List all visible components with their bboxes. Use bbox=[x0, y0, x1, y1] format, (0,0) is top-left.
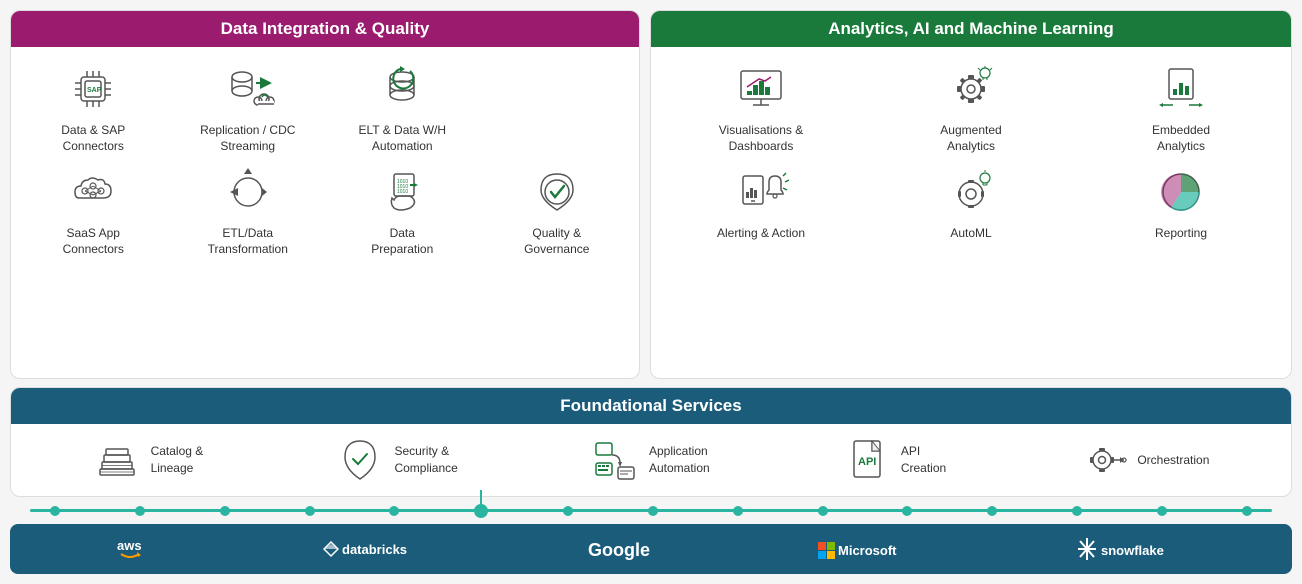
security-compliance-icon bbox=[336, 436, 384, 484]
item-embedded-analytics: EmbeddedAnalytics bbox=[1081, 61, 1281, 154]
item-alerting-action: Alerting & Action bbox=[661, 164, 861, 242]
foundational-body: Catalog &Lineage Security &Compliance bbox=[11, 424, 1291, 496]
partner-aws: aws bbox=[115, 534, 165, 564]
data-preparation-icon: 1010 1010 1010 bbox=[374, 164, 430, 220]
item-data-preparation: 1010 1010 1010 DataPreparation bbox=[330, 164, 475, 257]
partner-google: Google bbox=[586, 534, 666, 564]
alerting-action-label: Alerting & Action bbox=[717, 226, 805, 242]
timeline-dot bbox=[987, 506, 997, 516]
item-catalog-lineage: Catalog &Lineage bbox=[93, 436, 204, 484]
partner-microsoft: Microsoft bbox=[816, 534, 926, 564]
timeline-dot bbox=[648, 506, 658, 516]
data-integration-body: SAP Data & SAPConnectors bbox=[11, 47, 639, 271]
item-app-automation: ApplicationAutomation bbox=[591, 436, 710, 484]
partner-databricks: databricks bbox=[316, 534, 436, 564]
timeline-dot bbox=[135, 506, 145, 516]
item-etl-transform: ETL/DataTransformation bbox=[176, 164, 321, 257]
item-data-sap: SAP Data & SAPConnectors bbox=[21, 61, 166, 154]
timeline-dot bbox=[50, 506, 60, 516]
quality-governance-label: Quality &Governance bbox=[524, 226, 589, 257]
timeline-dot-main bbox=[474, 504, 488, 518]
timeline-dot bbox=[563, 506, 573, 516]
svg-text:1010: 1010 bbox=[397, 189, 408, 195]
data-sap-label: Data & SAPConnectors bbox=[61, 123, 125, 154]
timeline-dots bbox=[50, 504, 1252, 518]
orchestration-label: Orchestration bbox=[1137, 452, 1209, 469]
etl-transform-label: ETL/DataTransformation bbox=[208, 226, 288, 257]
svg-text:databricks: databricks bbox=[342, 542, 407, 557]
replication-cdc-icon bbox=[220, 61, 276, 117]
api-creation-icon: API bbox=[843, 436, 891, 484]
replication-cdc-label: Replication / CDCStreaming bbox=[200, 123, 295, 154]
svg-text:Microsoft: Microsoft bbox=[838, 543, 897, 558]
etl-transform-icon bbox=[220, 164, 276, 220]
data-sap-icon: SAP bbox=[65, 61, 121, 117]
automl-icon bbox=[943, 164, 999, 220]
app-automation-label: ApplicationAutomation bbox=[649, 443, 710, 477]
app-automation-icon bbox=[591, 436, 639, 484]
reporting-icon bbox=[1153, 164, 1209, 220]
elt-data-label: ELT & Data W/HAutomation bbox=[358, 123, 446, 154]
data-preparation-label: DataPreparation bbox=[371, 226, 433, 257]
embedded-analytics-icon bbox=[1153, 61, 1209, 117]
saas-app-icon bbox=[65, 164, 121, 220]
item-security-compliance: Security &Compliance bbox=[336, 436, 457, 484]
timeline-row bbox=[10, 505, 1292, 516]
foundational-panel: Foundational Services Catalog &Lineage bbox=[10, 387, 1292, 497]
item-saas-app: SaaS AppConnectors bbox=[21, 164, 166, 257]
elt-data-icon bbox=[374, 61, 430, 117]
timeline-dot bbox=[305, 506, 315, 516]
item-reporting: Reporting bbox=[1081, 164, 1281, 242]
item-api-creation: API APICreation bbox=[843, 436, 946, 484]
security-compliance-label: Security &Compliance bbox=[394, 443, 457, 477]
timeline-dot bbox=[220, 506, 230, 516]
timeline-dot bbox=[389, 506, 399, 516]
analytics-header: Analytics, AI and Machine Learning bbox=[651, 11, 1291, 47]
item-visualisations: Visualisations &Dashboards bbox=[661, 61, 861, 154]
top-row: Data Integration & Quality bbox=[10, 10, 1292, 379]
alerting-action-icon bbox=[733, 164, 789, 220]
reporting-label: Reporting bbox=[1155, 226, 1207, 242]
item-replication-cdc: Replication / CDCStreaming bbox=[176, 61, 321, 154]
foundational-header: Foundational Services bbox=[11, 388, 1291, 424]
api-creation-label: APICreation bbox=[901, 443, 946, 477]
analytics-body: Visualisations &Dashboards bbox=[651, 47, 1291, 256]
augmented-analytics-icon bbox=[943, 61, 999, 117]
item-automl: AutoML bbox=[871, 164, 1071, 242]
svg-text:SAP: SAP bbox=[87, 87, 102, 94]
item-orchestration: Orchestration bbox=[1079, 436, 1209, 484]
timeline-dot bbox=[902, 506, 912, 516]
visualisations-label: Visualisations &Dashboards bbox=[719, 123, 804, 154]
item-augmented-analytics: AugmentedAnalytics bbox=[871, 61, 1071, 154]
timeline-dot bbox=[1157, 506, 1167, 516]
timeline-dot bbox=[818, 506, 828, 516]
svg-text:Google: Google bbox=[588, 540, 650, 560]
catalog-lineage-icon bbox=[93, 436, 141, 484]
timeline-dot bbox=[1242, 506, 1252, 516]
timeline-dot bbox=[1072, 506, 1082, 516]
embedded-analytics-label: EmbeddedAnalytics bbox=[1152, 123, 1210, 154]
augmented-analytics-label: AugmentedAnalytics bbox=[940, 123, 1001, 154]
quality-governance-icon bbox=[529, 164, 585, 220]
timeline-line bbox=[30, 509, 1272, 512]
automl-label: AutoML bbox=[950, 226, 991, 242]
visualisations-icon bbox=[733, 61, 789, 117]
partner-snowflake: snowflake bbox=[1077, 534, 1187, 564]
catalog-lineage-label: Catalog &Lineage bbox=[151, 443, 204, 477]
svg-text:aws: aws bbox=[117, 538, 142, 553]
analytics-panel: Analytics, AI and Machine Learning bbox=[650, 10, 1292, 379]
data-integration-header: Data Integration & Quality bbox=[11, 11, 639, 47]
svg-text:snowflake: snowflake bbox=[1101, 543, 1164, 558]
orchestration-icon bbox=[1079, 436, 1127, 484]
data-integration-panel: Data Integration & Quality bbox=[10, 10, 640, 379]
item-elt-data: ELT & Data W/HAutomation bbox=[330, 61, 475, 154]
timeline-dot bbox=[733, 506, 743, 516]
saas-app-label: SaaS AppConnectors bbox=[63, 226, 124, 257]
svg-text:API: API bbox=[858, 456, 876, 468]
partners-row: aws databricks Google Microsoft bbox=[10, 524, 1292, 574]
item-quality-governance: Quality &Governance bbox=[485, 164, 630, 257]
